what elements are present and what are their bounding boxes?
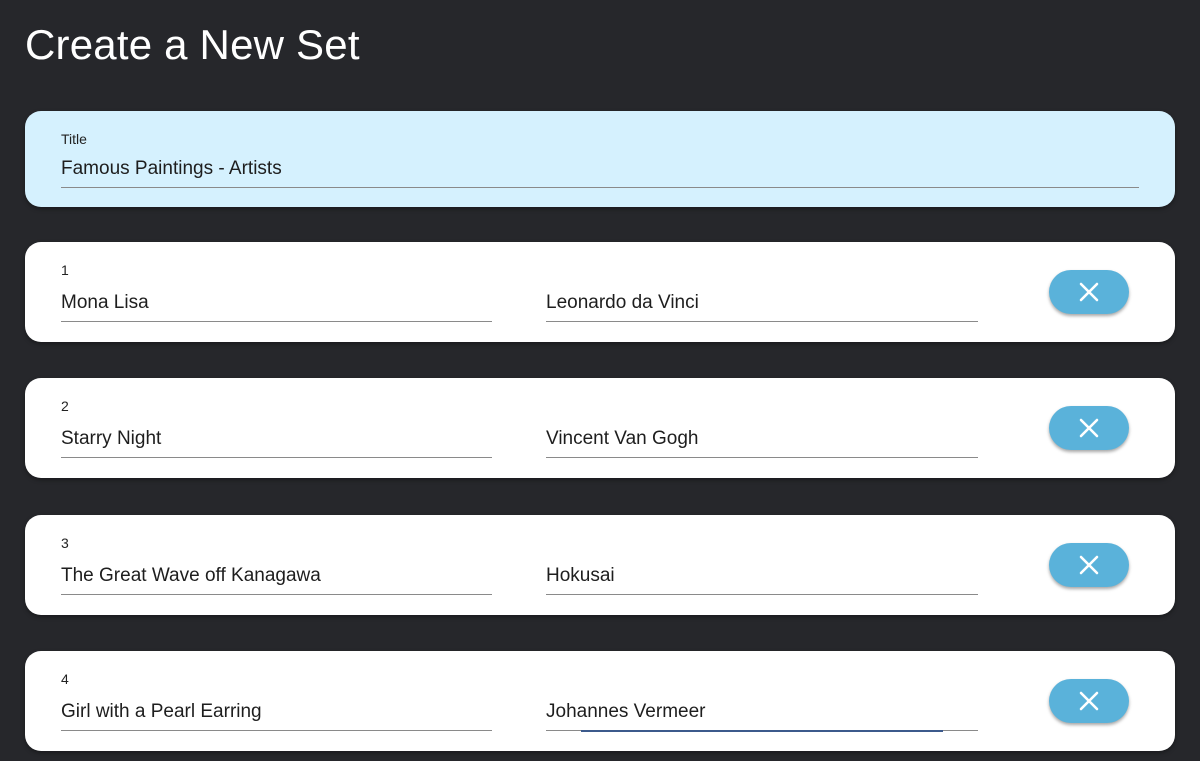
page-title: Create a New Set — [25, 21, 360, 68]
term-input[interactable] — [61, 286, 492, 320]
close-icon — [1079, 282, 1099, 302]
card-row-4: 4 — [25, 651, 1175, 751]
definition-input[interactable] — [546, 422, 978, 456]
title-field-wrapper — [61, 152, 1139, 188]
card-number: 3 — [61, 535, 69, 551]
term-input[interactable] — [61, 559, 492, 593]
title-input[interactable] — [61, 152, 1139, 186]
delete-card-button[interactable] — [1049, 270, 1129, 314]
title-underline — [61, 187, 1139, 188]
title-label: Title — [61, 131, 87, 147]
term-input[interactable] — [61, 695, 492, 729]
close-icon — [1079, 555, 1099, 575]
term-field-wrapper — [61, 695, 492, 731]
card-row-3: 3 — [25, 515, 1175, 615]
definition-underline — [546, 457, 978, 458]
close-icon — [1079, 418, 1099, 438]
term-underline — [61, 594, 492, 595]
term-underline — [61, 321, 492, 322]
definition-underline — [546, 594, 978, 595]
close-icon — [1079, 691, 1099, 711]
definition-input[interactable] — [546, 286, 978, 320]
card-number: 1 — [61, 262, 69, 278]
delete-card-button[interactable] — [1049, 406, 1129, 450]
term-field-wrapper — [61, 422, 492, 458]
card-number: 4 — [61, 671, 69, 687]
term-field-wrapper — [61, 559, 492, 595]
term-input[interactable] — [61, 422, 492, 456]
definition-field-wrapper — [546, 422, 978, 458]
term-underline — [61, 457, 492, 458]
definition-field-wrapper — [546, 559, 978, 595]
term-field-wrapper — [61, 286, 492, 322]
definition-field-wrapper — [546, 695, 978, 732]
focus-underline — [581, 730, 943, 732]
definition-underline — [546, 321, 978, 322]
card-number: 2 — [61, 398, 69, 414]
card-row-2: 2 — [25, 378, 1175, 478]
delete-card-button[interactable] — [1049, 679, 1129, 723]
card-row-1: 1 — [25, 242, 1175, 342]
definition-input[interactable] — [546, 695, 978, 729]
set-title-card: Title — [25, 111, 1175, 207]
delete-card-button[interactable] — [1049, 543, 1129, 587]
term-underline — [61, 730, 492, 731]
definition-input[interactable] — [546, 559, 978, 593]
definition-field-wrapper — [546, 286, 978, 322]
